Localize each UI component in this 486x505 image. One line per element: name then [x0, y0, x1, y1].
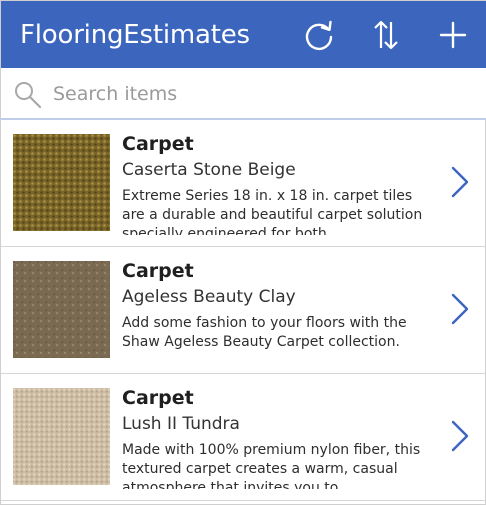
search-icon	[15, 82, 42, 109]
item-title: Carpet	[122, 133, 194, 155]
item-subtitle: Lush II Tundra	[122, 414, 240, 434]
add-icon	[439, 21, 467, 49]
item-subtitle: Caserta Stone Beige	[122, 160, 296, 180]
carpet-swatch-image	[13, 388, 110, 485]
app-header: FlooringEstimates	[1, 1, 486, 68]
item-description: Made with 100% premium nylon fiber, this…	[122, 442, 421, 489]
carpet-swatch-image	[13, 261, 110, 358]
app-window: FlooringEstimates Search items Carpet Ca…	[0, 0, 486, 505]
item-title: Carpet	[122, 387, 194, 409]
carpet-swatch-image	[13, 134, 110, 231]
item-description: Extreme Series 18 in. x 18 in. carpet ti…	[122, 188, 423, 235]
list-item[interactable]: Carpet Ageless Beauty Clay Add some fash…	[1, 247, 486, 374]
item-title: Carpet	[122, 260, 194, 282]
list-item[interactable]: Carpet Caserta Stone Beige Extreme Serie…	[1, 120, 486, 247]
sort-icon	[374, 20, 398, 50]
items-gallery[interactable]: Carpet Caserta Stone Beige Extreme Serie…	[1, 120, 486, 505]
list-item[interactable]: Carpet Lush II Tundra Made with 100% pre…	[1, 374, 486, 501]
refresh-button[interactable]	[299, 15, 339, 55]
search-input[interactable]	[53, 78, 473, 110]
chevron-right-icon[interactable]	[447, 289, 473, 329]
app-title: FlooringEstimates	[20, 20, 250, 50]
item-subtitle: Ageless Beauty Clay	[122, 287, 296, 307]
item-description: Add some fashion to your floors with the…	[122, 315, 407, 350]
chevron-right-icon[interactable]	[447, 162, 473, 202]
refresh-icon	[305, 20, 333, 50]
chevron-right-icon[interactable]	[447, 416, 473, 456]
add-button[interactable]	[433, 15, 473, 55]
search-bar	[1, 68, 486, 120]
sort-button[interactable]	[366, 15, 406, 55]
